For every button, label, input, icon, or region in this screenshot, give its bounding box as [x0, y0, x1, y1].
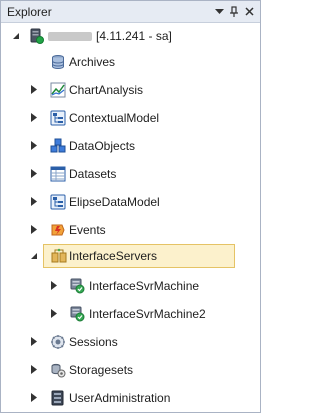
- panel-title: Explorer: [7, 5, 52, 19]
- archive-icon: [50, 54, 66, 70]
- dropdown-icon[interactable]: [212, 4, 226, 19]
- tree-item-label: InterfaceSvrMachine2: [89, 307, 206, 321]
- tree-item-label: DataObjects: [69, 139, 136, 153]
- collapse-arrow-icon[interactable]: [10, 30, 21, 41]
- expand-arrow-icon[interactable]: [48, 280, 59, 291]
- tree-item-label: InterfaceSvrMachine: [89, 279, 200, 293]
- tree-item-label: ChartAnalysis: [69, 83, 144, 97]
- tree-item-label: Storagesets: [69, 363, 134, 377]
- tree-item-dataobjects[interactable]: DataObjects: [1, 135, 260, 157]
- users-icon: [50, 390, 66, 406]
- storage-icon: [50, 362, 66, 378]
- redacted-server-name: [48, 32, 92, 42]
- model-icon: [50, 110, 66, 126]
- expand-arrow-icon[interactable]: [48, 308, 59, 319]
- tree-item-useradministration[interactable]: UserAdministration: [1, 387, 260, 409]
- tree-item-sessions[interactable]: Sessions: [1, 331, 260, 353]
- tree-item-label: ContextualModel: [69, 111, 160, 125]
- tree-item-label: Events: [69, 223, 106, 237]
- server-machine-icon: [69, 278, 85, 294]
- expand-arrow-icon[interactable]: [28, 224, 39, 235]
- tree-item-label: Sessions: [69, 335, 118, 349]
- tree-item-label: Archives: [69, 55, 116, 69]
- tree-item-chartanalysis[interactable]: ChartAnalysis: [1, 79, 260, 101]
- expand-arrow-icon[interactable]: [28, 112, 39, 123]
- expand-arrow-icon[interactable]: [28, 392, 39, 403]
- tree-item-elipsedatamodel[interactable]: ElipseDataModel: [1, 191, 260, 213]
- server-machine-icon: [69, 306, 85, 322]
- database-server-icon: [28, 28, 44, 44]
- tree-item-events[interactable]: Events: [1, 219, 260, 241]
- explorer-titlebar: Explorer: [1, 1, 260, 23]
- expand-arrow-icon[interactable]: [28, 364, 39, 375]
- events-icon: [50, 222, 66, 238]
- expand-arrow-icon[interactable]: [28, 84, 39, 95]
- tree-item-contextualmodel[interactable]: ContextualModel: [1, 107, 260, 129]
- tree-item-label: ElipseDataModel: [69, 195, 160, 209]
- cubes-icon: [50, 138, 66, 154]
- tree-item-interfacesvrmachine2[interactable]: InterfaceSvrMachine2: [1, 303, 260, 325]
- root-label: [4.11.241 - sa]: [96, 29, 172, 43]
- tree-item-interfaceservers[interactable]: InterfaceServers: [43, 244, 235, 268]
- expand-arrow-icon[interactable]: [28, 336, 39, 347]
- expand-arrow-icon[interactable]: [28, 168, 39, 179]
- chart-icon: [50, 82, 66, 98]
- tree-item-label: UserAdministration: [69, 391, 171, 405]
- tree-item-label: Datasets: [69, 167, 117, 181]
- expand-arrow-icon[interactable]: [28, 196, 39, 207]
- explorer-panel: Explorer [4.11.241 - sa] Archives ChartA…: [0, 0, 261, 413]
- expand-arrow-icon[interactable]: [28, 140, 39, 151]
- dataset-icon: [50, 166, 66, 182]
- tree-item-label: InterfaceServers: [69, 249, 158, 263]
- tree-root-server[interactable]: [4.11.241 - sa]: [1, 25, 260, 47]
- servers-icon: [51, 248, 67, 264]
- tree-item-storagesets[interactable]: Storagesets: [1, 359, 260, 381]
- model-icon: [50, 194, 66, 210]
- tree-item-datasets[interactable]: Datasets: [1, 163, 260, 185]
- pin-icon[interactable]: [227, 4, 241, 19]
- collapse-arrow-icon[interactable]: [28, 250, 39, 261]
- close-icon[interactable]: [242, 4, 256, 19]
- sessions-icon: [50, 334, 66, 350]
- tree-item-interfacesvrmachine[interactable]: InterfaceSvrMachine: [1, 275, 260, 297]
- tree-item-archives[interactable]: Archives: [1, 51, 260, 73]
